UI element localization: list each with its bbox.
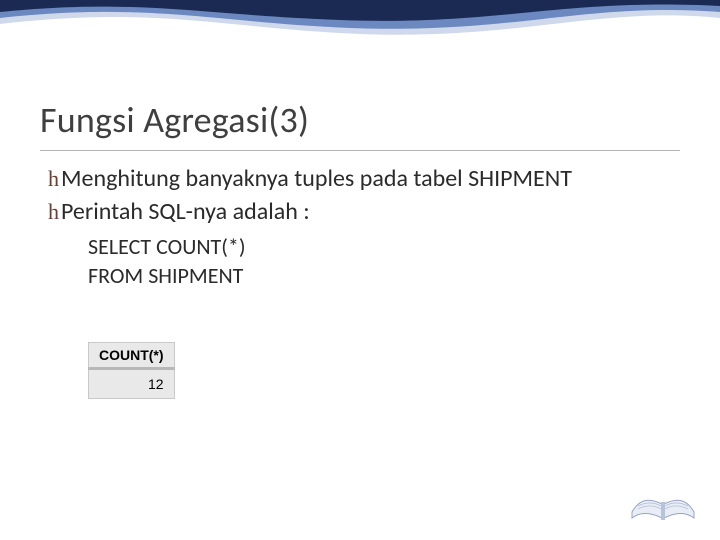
result-header: COUNT(*) xyxy=(89,343,175,369)
sql-line: SELECT COUNT(*) xyxy=(88,233,680,262)
sql-code-block: SELECT COUNT(*) FROM SHIPMENT xyxy=(88,233,680,290)
title-underline xyxy=(40,150,680,151)
body-content: h Menghitung banyaknya tuples pada tabel… xyxy=(48,164,680,291)
bullet-item: h Menghitung banyaknya tuples pada tabel… xyxy=(48,164,680,195)
slide: Fungsi Agregasi(3) h Menghitung banyakny… xyxy=(0,0,720,540)
bullet-icon: h xyxy=(48,165,59,193)
bullet-icon: h xyxy=(48,198,59,226)
slide-title: Fungsi Agregasi(3) xyxy=(40,98,309,142)
result-cell: 12 xyxy=(89,369,175,399)
bullet-text: Menghitung banyaknya tuples pada tabel S… xyxy=(61,164,680,195)
result-table: COUNT(*) 12 xyxy=(88,342,175,399)
open-book-icon xyxy=(628,472,698,524)
sql-line: FROM SHIPMENT xyxy=(88,262,680,291)
table-row: 12 xyxy=(89,369,175,399)
top-wave-decoration xyxy=(0,0,720,62)
bullet-item: h Perintah SQL-nya adalah : xyxy=(48,197,680,228)
bullet-text: Perintah SQL-nya adalah : xyxy=(61,197,680,228)
